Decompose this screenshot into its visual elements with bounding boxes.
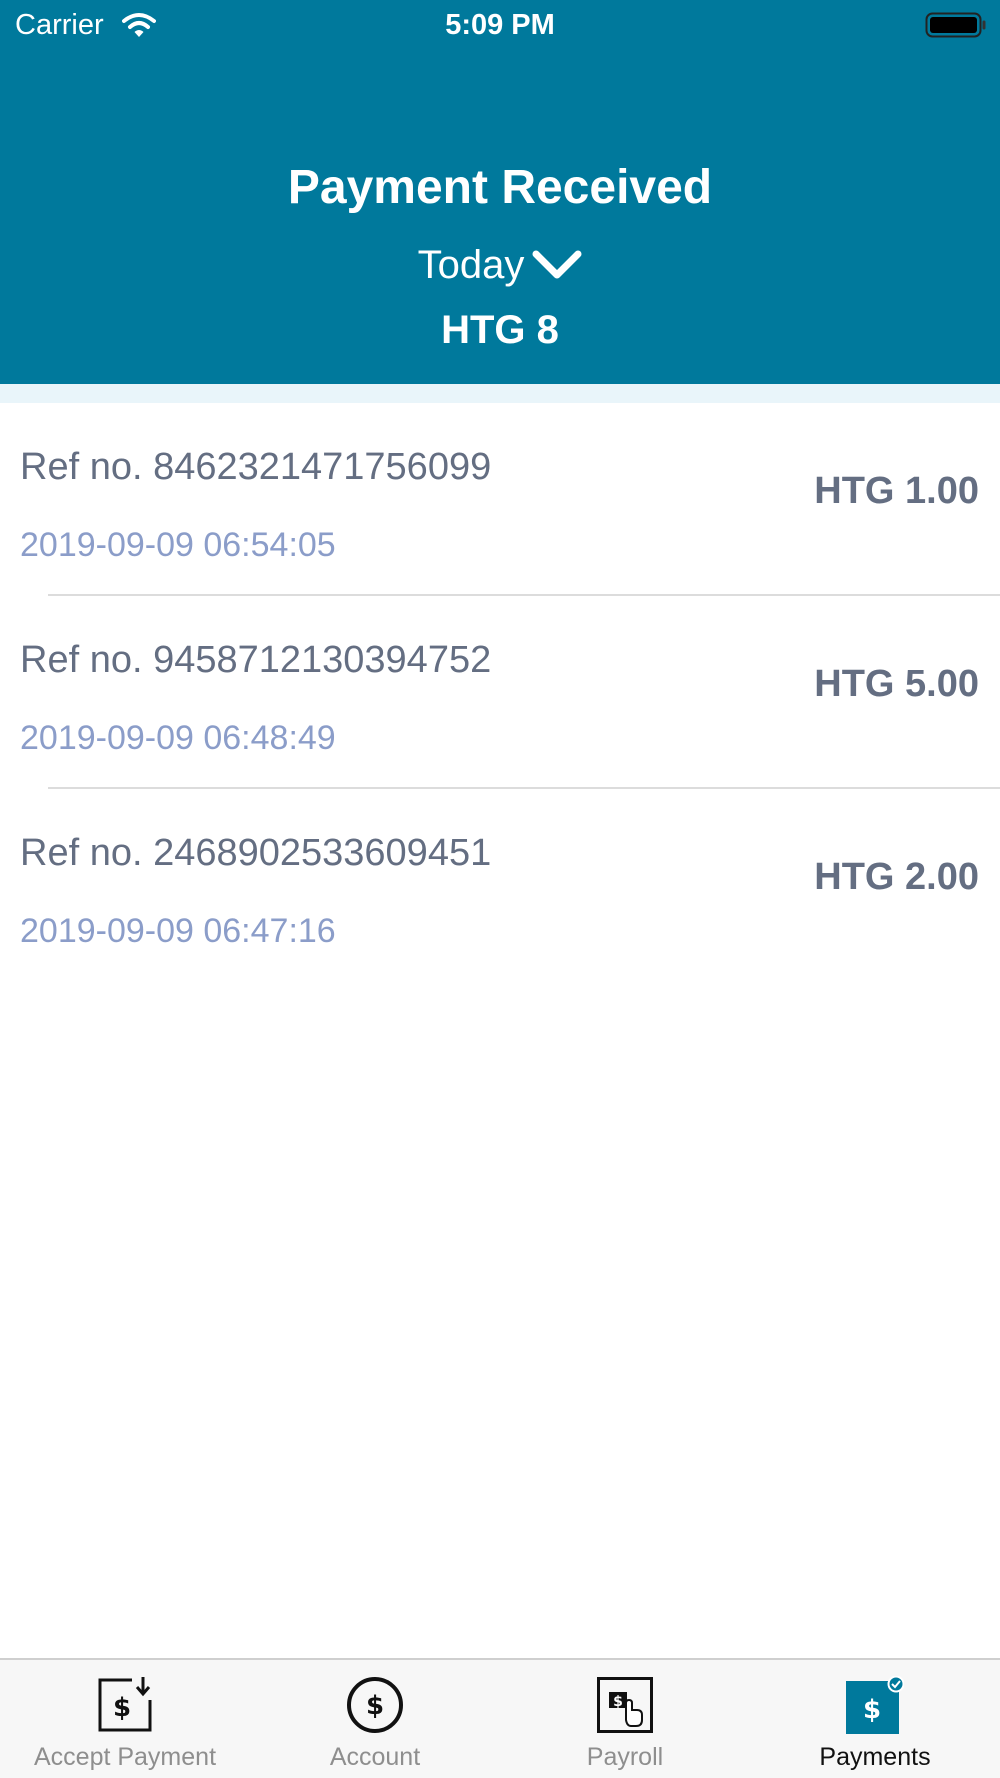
tab-bar: $ Accept Payment $ Account $ Payroll $ P… — [0, 1658, 1000, 1778]
payment-amount: HTG 5.00 — [814, 663, 979, 705]
svg-text:$: $ — [613, 1694, 623, 1710]
status-bar: Carrier 5:09 PM — [0, 0, 1000, 50]
tab-accept-payment[interactable]: $ Accept Payment — [0, 1660, 250, 1778]
tab-account[interactable]: $ Account — [250, 1660, 500, 1778]
tab-label: Account — [329, 1743, 421, 1771]
payment-amount: HTG 1.00 — [814, 470, 979, 512]
chevron-down-icon — [532, 250, 582, 279]
payment-ref: Ref no. 2468902533609451 — [20, 832, 492, 874]
clock: 5:09 PM — [445, 9, 555, 41]
battery-icon — [925, 12, 986, 38]
header-divider-strip — [0, 384, 1000, 403]
payment-list: Ref no. 8462321471756099 2019-09-09 06:5… — [0, 403, 1000, 982]
tab-payroll[interactable]: $ Payroll — [500, 1660, 750, 1778]
tab-payments[interactable]: $ Payments — [750, 1660, 1000, 1778]
payment-date: 2019-09-09 06:54:05 — [20, 526, 336, 564]
tab-label: Payroll — [586, 1743, 664, 1771]
page-title: Payment Received — [287, 161, 713, 214]
tab-label: Accept Payment — [33, 1743, 217, 1771]
payment-row[interactable]: Ref no. 8462321471756099 2019-09-09 06:5… — [0, 403, 1000, 596]
payment-ref: Ref no. 8462321471756099 — [20, 446, 492, 488]
payment-amount: HTG 2.00 — [814, 856, 979, 898]
payment-ref: Ref no. 9458712130394752 — [20, 639, 492, 681]
period-selector[interactable]: Today — [0, 240, 1000, 290]
accept-payment-icon: $ — [98, 1677, 152, 1732]
payment-row[interactable]: Ref no. 9458712130394752 2019-09-09 06:4… — [0, 596, 1000, 789]
payment-date: 2019-09-09 06:48:49 — [20, 719, 336, 757]
payment-date: 2019-09-09 06:47:16 — [20, 912, 336, 950]
header: Carrier 5:09 PM Payment Received Today H… — [0, 0, 1000, 384]
svg-text:$: $ — [863, 1695, 881, 1725]
period-label: Today — [417, 243, 525, 287]
svg-text:$: $ — [366, 1691, 384, 1721]
svg-text:$: $ — [113, 1693, 131, 1723]
payments-icon: $ — [846, 1676, 904, 1734]
tab-label: Payments — [819, 1743, 931, 1771]
total-amount: HTG 8 — [441, 308, 559, 352]
dollar-circle-icon: $ — [347, 1677, 403, 1733]
payroll-icon: $ — [597, 1677, 653, 1733]
payment-row[interactable]: Ref no. 2468902533609451 2019-09-09 06:4… — [0, 789, 1000, 982]
